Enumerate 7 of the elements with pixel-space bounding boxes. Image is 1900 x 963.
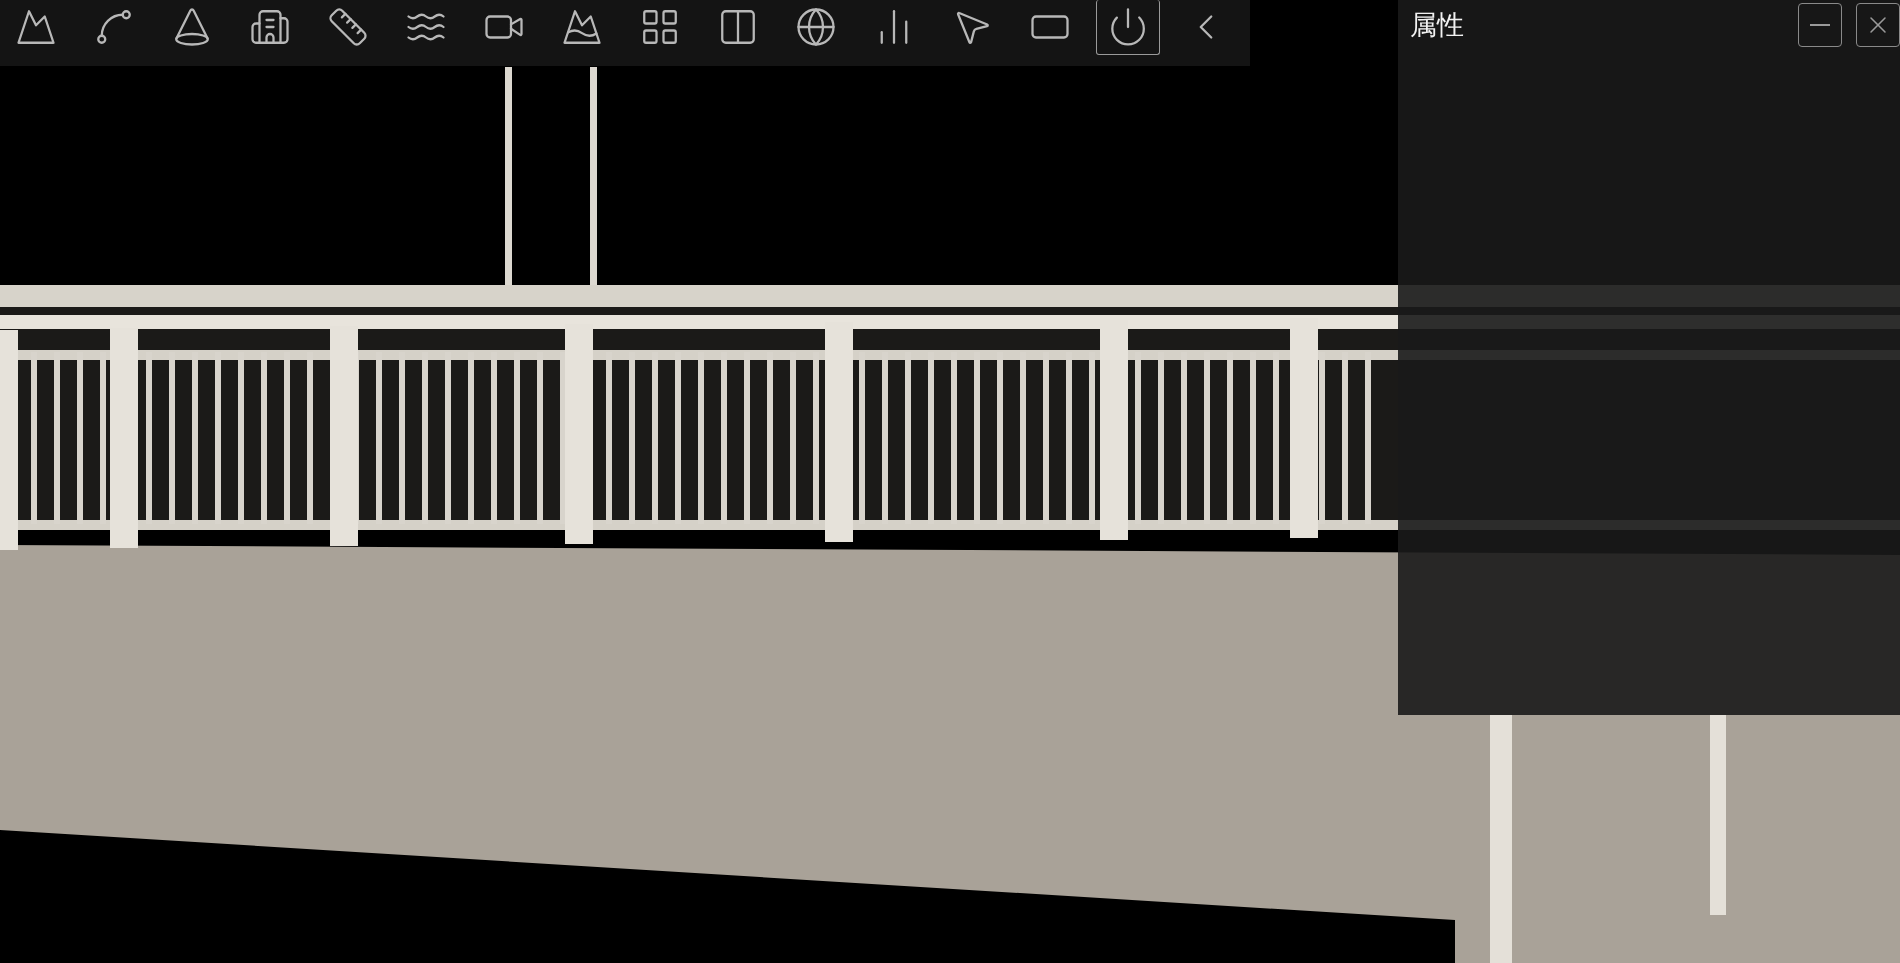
panel-title: 属性 xyxy=(1410,8,1464,42)
globe-icon xyxy=(795,6,837,48)
minimize-icon xyxy=(1810,24,1830,26)
ruler-icon xyxy=(327,6,369,48)
tool-button[interactable] xyxy=(1096,0,1160,55)
close-button[interactable] xyxy=(1856,3,1900,47)
minimize-button[interactable] xyxy=(1798,3,1842,47)
